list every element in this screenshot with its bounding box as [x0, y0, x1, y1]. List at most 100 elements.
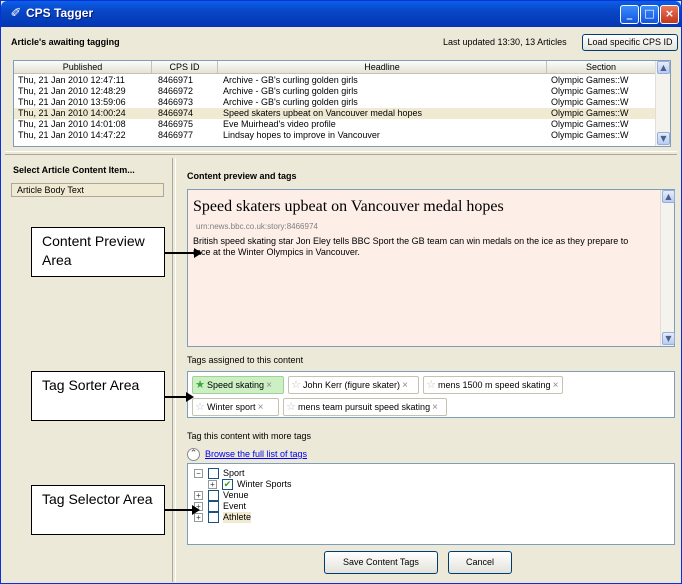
table-cell: 8466972 — [158, 86, 194, 96]
table-header: Published CPS ID Headline Section — [14, 61, 656, 74]
table-row[interactable]: Thu, 21 Jan 2010 12:48:29 8466972 Archive … — [14, 86, 656, 97]
content-preview: Speed skaters upbeat on Vancouver medal … — [187, 189, 675, 347]
expand-icon[interactable]: + — [208, 480, 217, 489]
table-cell: Olympic Games::W — [551, 130, 629, 140]
scroll-down-icon[interactable]: ▼ — [662, 332, 675, 345]
tree-label: Sport — [223, 468, 245, 478]
tag-sorter-callout: Tag Sorter Area — [31, 371, 165, 421]
column-header-cps-id[interactable]: CPS ID — [152, 61, 218, 74]
preview-scrollbar[interactable]: ▲ ▼ — [660, 190, 675, 346]
star-icon[interactable]: ★ — [193, 377, 207, 393]
table-cell: 8466971 — [158, 75, 194, 85]
remove-icon[interactable]: × — [256, 400, 266, 416]
table-cell: Olympic Games::W — [551, 75, 629, 85]
tag-chip[interactable]: ☆ Winter sport × — [192, 398, 279, 416]
table-cell: Archive - GB's curling golden girls — [223, 86, 358, 96]
remove-icon[interactable]: × — [430, 400, 440, 416]
column-header-published[interactable]: Published — [14, 61, 152, 74]
table-row[interactable]: Thu, 21 Jan 2010 14:01:08 8466975 Eve Muir… — [14, 119, 656, 130]
tag-label: mens 1500 m speed skating — [438, 380, 551, 390]
checkbox[interactable] — [208, 501, 219, 512]
browse-tags-link[interactable]: Browse the full list of tags — [205, 449, 307, 459]
star-icon[interactable]: ☆ — [424, 377, 438, 393]
expand-icon[interactable]: + — [194, 491, 203, 500]
checkbox-checked[interactable]: ✔ — [222, 479, 233, 490]
table-cell: Olympic Games::W — [551, 86, 629, 96]
tree-label: Athlete — [223, 512, 252, 523]
articles-awaiting-label: Article's awaiting tagging — [11, 37, 120, 47]
remove-icon[interactable]: × — [400, 378, 410, 394]
tag-chip[interactable]: ☆ mens 1500 m speed skating × — [423, 376, 563, 394]
table-cell: 8466975 — [158, 119, 194, 129]
tree-node-venue[interactable]: + Venue — [194, 490, 294, 501]
tag-tree: − Sport + ✔ Winter Sports + Venue + Even… — [187, 463, 675, 545]
table-cell: Olympic Games::W — [551, 97, 629, 107]
preview-urn: urn:news.bbc.co.uk:story:8466974 — [196, 222, 318, 231]
remove-icon[interactable]: × — [551, 378, 561, 394]
tree-label: Winter Sports — [237, 479, 292, 489]
scroll-down-icon[interactable]: ▼ — [657, 132, 670, 145]
cancel-button[interactable]: Cancel — [448, 551, 512, 574]
tag-label: Speed skating — [207, 380, 265, 390]
table-cell: Thu, 21 Jan 2010 13:59:06 — [18, 97, 126, 107]
callout-arrow — [165, 392, 194, 402]
remove-icon[interactable]: × — [264, 378, 274, 394]
table-cell: 8466973 — [158, 97, 194, 107]
load-cps-id-button[interactable]: Load specific CPS ID — [582, 34, 678, 51]
scroll-up-icon[interactable]: ▲ — [657, 61, 670, 74]
table-row[interactable]: Thu, 21 Jan 2010 14:00:24 8466974 Speed sk… — [14, 108, 656, 119]
table-cell: Thu, 21 Jan 2010 12:47:11 — [18, 75, 125, 85]
window-title: CPS Tagger — [26, 6, 94, 20]
tree-node-event[interactable]: + Event — [194, 501, 294, 512]
table-cell: Archive - GB's curling golden girls — [223, 97, 358, 107]
callout-arrow — [165, 505, 200, 515]
maximize-button[interactable]: □ — [640, 5, 659, 24]
checkbox[interactable] — [208, 512, 219, 523]
tree-node-sport[interactable]: − Sport — [194, 468, 294, 479]
column-header-headline[interactable]: Headline — [218, 61, 547, 74]
checkbox[interactable] — [208, 468, 219, 479]
table-row[interactable]: Thu, 21 Jan 2010 12:47:11 8466971 Archive … — [14, 75, 656, 86]
table-cell: Eve Muirhead's video profile — [223, 119, 336, 129]
scroll-up-icon[interactable]: ▲ — [662, 190, 675, 203]
vertical-splitter[interactable] — [172, 158, 176, 582]
table-cell: Speed skaters upbeat on Vancouver medal … — [223, 108, 422, 118]
table-cell: 8466974 — [158, 108, 194, 118]
article-body-text-item[interactable]: Article Body Text — [11, 183, 164, 197]
horizontal-splitter[interactable] — [5, 151, 677, 155]
top-bar: Article's awaiting tagging Last updated … — [5, 31, 678, 53]
articles-table: Published CPS ID Headline Section Thu, 2… — [13, 60, 671, 147]
table-cell: Thu, 21 Jan 2010 12:48:29 — [18, 86, 126, 96]
star-icon[interactable]: ☆ — [289, 377, 303, 393]
tag-chip[interactable]: ☆ John Kerr (figure skater) × — [288, 376, 419, 394]
tag-chip[interactable]: ★ Speed skating × — [192, 376, 284, 394]
table-scrollbar[interactable]: ▲ ▼ — [655, 61, 670, 146]
tree-node-winter-sports[interactable]: + ✔ Winter Sports — [208, 479, 328, 490]
table-row[interactable]: Thu, 21 Jan 2010 13:59:06 8466973 Archive … — [14, 97, 656, 108]
collapse-icon[interactable]: − — [194, 469, 203, 478]
close-button[interactable]: × — [660, 5, 679, 24]
tags-section-title: Tags assigned to this content — [187, 355, 304, 365]
preview-body: British speed skating star Jon Eley tell… — [193, 236, 629, 257]
tree-node-athlete[interactable]: + Athlete — [194, 512, 294, 523]
checkbox[interactable] — [208, 490, 219, 501]
chevron-up-icon[interactable]: ⌃ — [187, 448, 200, 461]
app-window: ✐ CPS Tagger _ □ × Article's awaiting ta… — [0, 0, 682, 584]
tree-label: Event — [223, 501, 247, 511]
content-panel: Content preview and tags Speed skaters u… — [178, 158, 680, 582]
tag-chip[interactable]: ☆ mens team pursuit speed skating × — [283, 398, 447, 416]
table-cell: Archive - GB's curling golden girls — [223, 75, 358, 85]
save-content-tags-button[interactable]: Save Content Tags — [324, 551, 438, 574]
table-row[interactable]: Thu, 21 Jan 2010 14:47:22 8466977 Lindsay … — [14, 130, 656, 141]
tag-sorter: ★ Speed skating × ☆ John Kerr (figure skate… — [187, 371, 675, 418]
minimize-button[interactable]: _ — [620, 5, 639, 24]
tag-label: Winter sport — [207, 402, 256, 412]
table-cell: 8466977 — [158, 130, 194, 140]
star-icon[interactable]: ☆ — [284, 399, 298, 415]
tree-label: Venue — [223, 490, 249, 500]
selector-section-title: Tag this content with more tags — [187, 431, 312, 441]
star-icon[interactable]: ☆ — [193, 399, 207, 415]
table-cell: Thu, 21 Jan 2010 14:00:24 — [18, 108, 126, 118]
table-cell: Lindsay hopes to improve in Vancouver — [223, 130, 380, 140]
column-header-section[interactable]: Section — [547, 61, 656, 74]
